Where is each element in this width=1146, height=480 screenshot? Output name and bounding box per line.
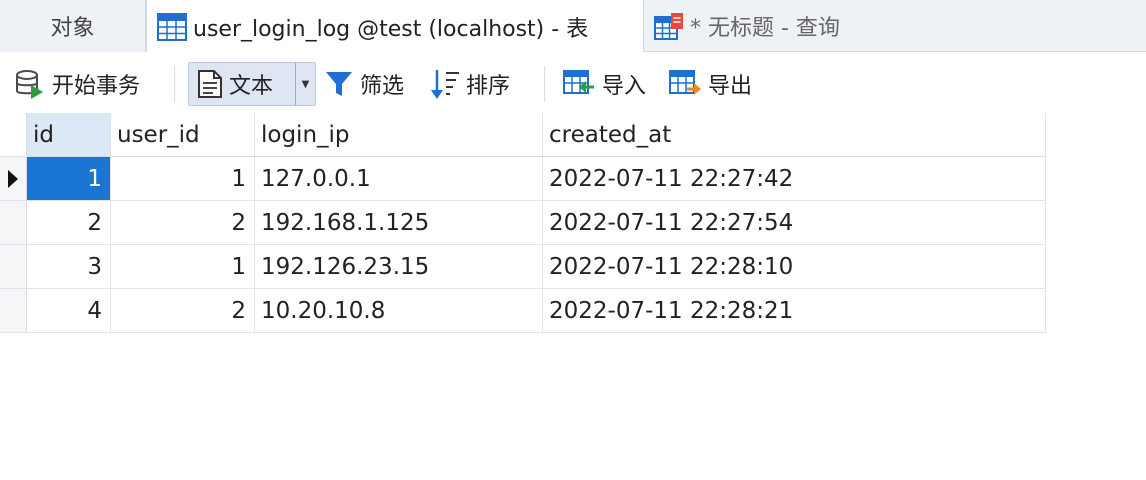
sort-icon (431, 70, 459, 99)
query-icon (654, 13, 683, 40)
export-button[interactable]: 导出 (668, 62, 752, 106)
cell-id[interactable]: 1 (27, 157, 111, 201)
column-header-login-ip[interactable]: login_ip (255, 113, 543, 157)
export-label: 导出 (708, 74, 753, 99)
document-icon (198, 70, 222, 98)
cell-id[interactable]: 4 (27, 289, 111, 333)
import-icon (563, 70, 594, 94)
row-pointer-icon (8, 169, 18, 188)
cell-created-at[interactable]: 2022-07-11 22:27:54 (543, 201, 1046, 245)
table-grid-icon (157, 12, 187, 41)
column-header-user-id[interactable]: user_id (111, 113, 255, 157)
table-row[interactable]: 3 1 192.126.23.15 2022-07-11 22:28:10 (0, 245, 1046, 289)
filter-label: 筛选 (360, 74, 405, 99)
cell-login-ip[interactable]: 192.126.23.15 (255, 245, 543, 289)
sort-button[interactable]: 排序 (430, 62, 510, 106)
cell-created-at[interactable]: 2022-07-11 22:28:10 (543, 245, 1046, 289)
grid-header-row: id user_id login_ip created_at (0, 113, 1046, 157)
row-indicator[interactable] (0, 289, 27, 333)
cell-login-ip[interactable]: 127.0.0.1 (255, 157, 543, 201)
cell-login-ip[interactable]: 192.168.1.125 (255, 201, 543, 245)
import-button[interactable]: 导入 (562, 62, 646, 106)
row-indicator[interactable] (0, 157, 27, 201)
table-row[interactable]: 4 2 10.20.10.8 2022-07-11 22:28:21 (0, 289, 1046, 333)
funnel-icon (326, 72, 352, 96)
tab-query-label: * 无标题 - 查询 (690, 16, 840, 41)
chevron-down-icon[interactable]: ▼ (295, 63, 315, 105)
import-label: 导入 (602, 74, 647, 99)
tab-objects[interactable]: 对象 (0, 0, 146, 52)
header-corner (0, 113, 27, 157)
toolbar-separator (174, 66, 175, 102)
database-play-icon (16, 70, 43, 99)
column-header-id[interactable]: id (27, 113, 111, 157)
cell-user-id[interactable]: 1 (111, 245, 255, 289)
export-icon (669, 70, 701, 95)
cell-id[interactable]: 3 (27, 245, 111, 289)
row-indicator[interactable] (0, 201, 27, 245)
cell-id[interactable]: 2 (27, 201, 111, 245)
cell-login-ip[interactable]: 10.20.10.8 (255, 289, 543, 333)
cell-created-at[interactable]: 2022-07-11 22:28:21 (543, 289, 1046, 333)
column-header-created-at[interactable]: created_at (543, 113, 1046, 157)
text-view-label: 文本 (229, 74, 274, 99)
cell-created-at[interactable]: 2022-07-11 22:27:42 (543, 157, 1046, 201)
toolbar: 开始事务 文本 ▼ 筛选 排序 导入 导出 (0, 52, 1146, 116)
tab-table-label: user_login_log @test (localhost) - 表 (193, 16, 589, 42)
cell-user-id[interactable]: 2 (111, 201, 255, 245)
row-indicator[interactable] (0, 245, 27, 289)
sort-label: 排序 (466, 74, 511, 99)
filter-button[interactable]: 筛选 (324, 62, 404, 106)
tab-query-untitled[interactable]: * 无标题 - 查询 (648, 0, 948, 52)
text-view-button[interactable]: 文本 ▼ (188, 62, 316, 106)
table-row[interactable]: 2 2 192.168.1.125 2022-07-11 22:27:54 (0, 201, 1046, 245)
tab-table-user-login-log[interactable]: user_login_log @test (localhost) - 表 (146, 0, 644, 53)
toolbar-separator (544, 66, 545, 102)
tab-bar: 对象 user_login_log @test (localhost) - 表 … (0, 0, 1146, 53)
tab-objects-label: 对象 (50, 16, 95, 41)
begin-transaction-button[interactable]: 开始事务 (14, 62, 140, 106)
cell-user-id[interactable]: 2 (111, 289, 255, 333)
cell-user-id[interactable]: 1 (111, 157, 255, 201)
table-row[interactable]: 1 1 127.0.0.1 2022-07-11 22:27:42 (0, 157, 1046, 201)
begin-transaction-label: 开始事务 (52, 74, 141, 99)
